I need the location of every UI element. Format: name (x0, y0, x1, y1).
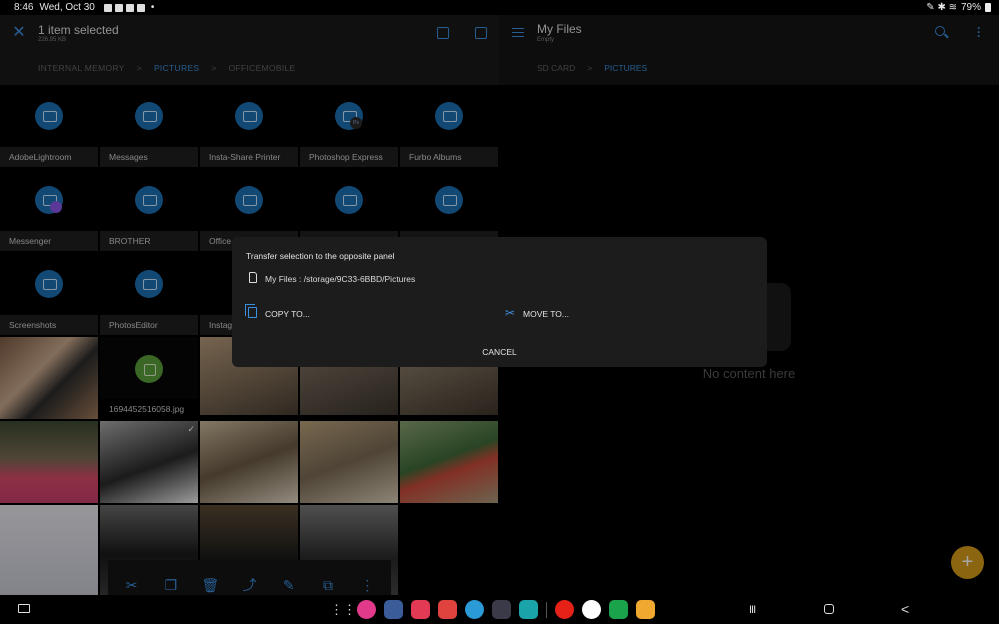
navigation-bar: ⋮⋮ III < (0, 595, 999, 624)
battery-icon (985, 3, 991, 12)
notification-icon (136, 3, 145, 12)
mail-app-icon[interactable] (519, 600, 538, 619)
back-button[interactable]: < (901, 601, 909, 617)
notification-icons (103, 3, 145, 12)
folder-group-icon[interactable] (492, 600, 511, 619)
my-files-app-icon[interactable] (636, 600, 655, 619)
transfer-dialog: Transfer selection to the opposite panel… (232, 237, 767, 367)
more-notifications-dot: • (150, 2, 155, 13)
camera-app-icon[interactable] (411, 600, 430, 619)
copy-to-button[interactable]: COPY TO... (265, 309, 310, 319)
copy-icon[interactable] (245, 304, 257, 318)
taskbar-apps: ⋮⋮ (330, 600, 655, 619)
battery-level: 79% (960, 2, 981, 13)
status-bar: 8:46 Wed, Oct 30 • ✎ ✱ ≋ 79% (0, 0, 999, 15)
notification-icon (125, 3, 134, 12)
notification-icon (114, 3, 123, 12)
settings-app-icon[interactable] (384, 600, 403, 619)
scissors-icon[interactable]: ✂ (505, 306, 515, 320)
move-to-button[interactable]: MOVE TO... (523, 309, 569, 319)
status-icons: ✎ ✱ ≋ (926, 2, 957, 13)
google-app-icon[interactable] (582, 600, 601, 619)
youtube-app-icon[interactable] (555, 600, 574, 619)
messages-app-icon[interactable] (438, 600, 457, 619)
blossom-app-icon[interactable] (357, 600, 376, 619)
home-button[interactable] (824, 604, 834, 614)
notification-icon (103, 3, 112, 12)
cancel-button[interactable]: CANCEL (232, 347, 767, 357)
sd-card-icon (249, 272, 257, 283)
destination-path: My Files : /storage/9C33-6BBD/Pictures (265, 274, 416, 284)
taskbar-divider (546, 601, 547, 618)
date: Wed, Oct 30 (39, 2, 95, 13)
td-bank-app-icon[interactable] (609, 600, 628, 619)
recent-apps-button[interactable]: III (749, 604, 756, 616)
clock: 8:46 (14, 2, 34, 13)
app-drawer-icon[interactable]: ⋮⋮ (330, 600, 356, 619)
dialog-title: Transfer selection to the opposite panel (246, 251, 395, 261)
taskbar-toggle-icon[interactable] (18, 604, 30, 613)
edge-browser-icon[interactable] (465, 600, 484, 619)
